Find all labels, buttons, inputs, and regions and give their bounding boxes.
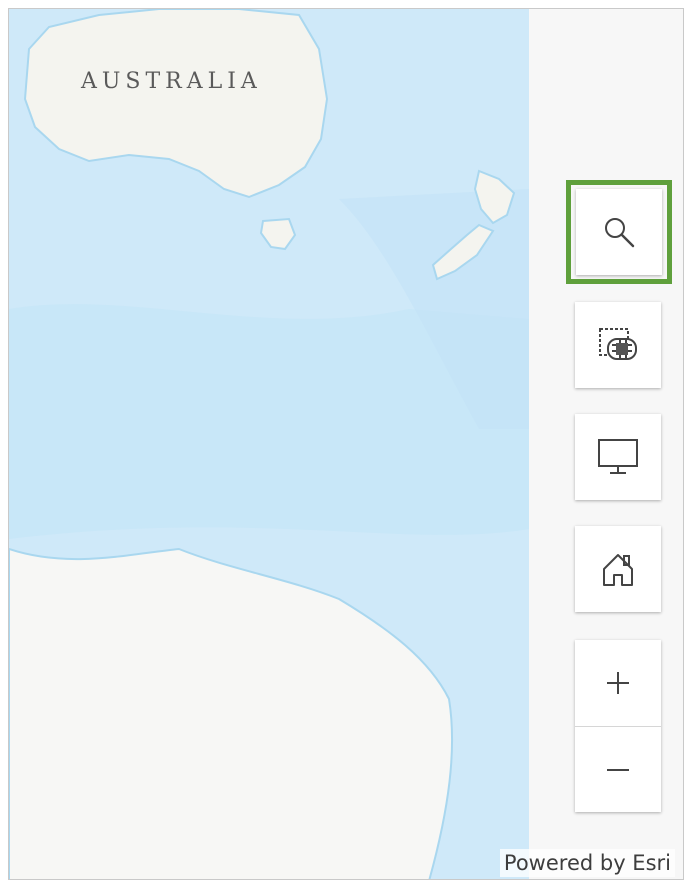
search-button[interactable] [566,180,672,284]
home-icon [603,554,633,586]
basemap-gallery-button[interactable] [575,302,661,388]
minus-icon [607,769,629,771]
monitor-icon [598,439,638,474]
zoom-in-button[interactable] [575,640,661,726]
plus-icon [607,672,629,694]
basemap-gallery-icon [599,328,637,360]
home-button[interactable] [575,526,661,612]
map-canvas[interactable]: AUSTRALIA [9,9,529,879]
map-label-australia: AUSTRALIA [81,69,262,94]
basemap-graphic [9,9,529,879]
zoom-control [575,640,661,812]
zoom-out-button[interactable] [575,727,661,813]
search-button-face[interactable] [576,189,662,275]
fullscreen-button[interactable] [575,414,661,500]
search-icon [605,218,635,248]
attribution-text[interactable]: Powered by Esri [499,849,675,877]
